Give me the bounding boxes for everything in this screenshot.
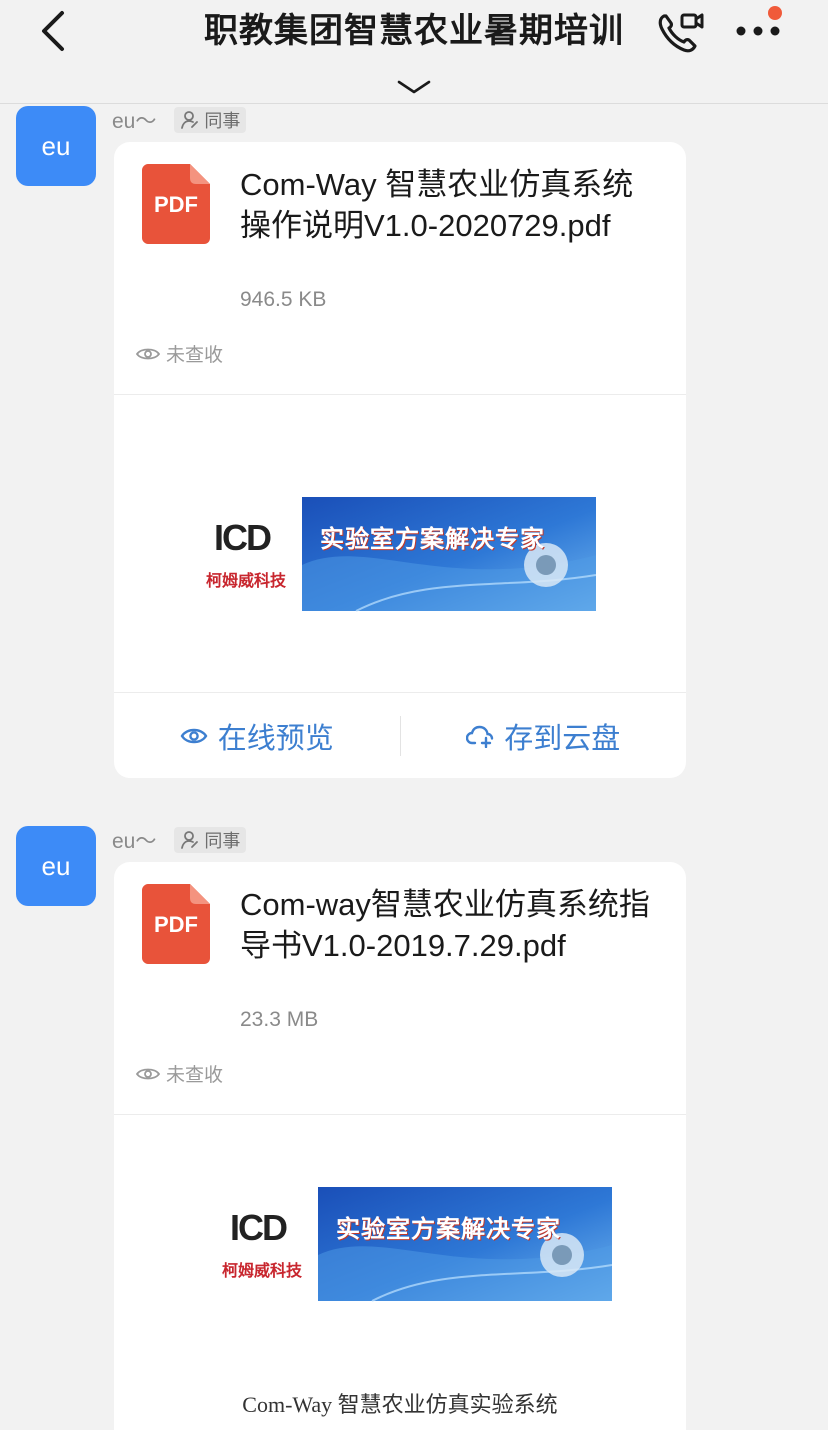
- company-logo: ICD: [214, 517, 272, 558]
- file-preview[interactable]: ICD 柯姆威科技 实验室方案解决专家: [114, 394, 686, 692]
- file-info[interactable]: PDF Com-Way 智慧农业仿真系统操作说明V1.0-2020729.pdf…: [114, 142, 686, 394]
- cloud-upload-icon: [466, 725, 494, 748]
- company-name: 柯姆威科技: [222, 1263, 303, 1280]
- read-status: 未查收: [136, 340, 223, 367]
- person-icon: [181, 111, 199, 129]
- notification-dot: [768, 6, 782, 20]
- eye-icon: [136, 1068, 160, 1079]
- person-icon: [181, 831, 199, 849]
- read-status: 未查收: [136, 1060, 223, 1087]
- read-status-label: 未查收: [166, 345, 224, 366]
- pdf-label: PDF: [154, 192, 198, 217]
- chat-title: 职教集团智慧农业暑期培训: [204, 12, 624, 50]
- chat-header: 职教集团智慧农业暑期培训: [0, 0, 828, 104]
- avatar[interactable]: eu: [16, 826, 96, 906]
- chevron-down-icon: [397, 80, 431, 94]
- video-call-button[interactable]: [652, 6, 710, 58]
- avatar[interactable]: eu: [16, 106, 96, 186]
- file-info[interactable]: PDF Com-way智慧农业仿真系统指导书V1.0-2019.7.29.pdf…: [114, 862, 686, 1114]
- eye-icon: [136, 348, 160, 359]
- banner-slogan: 实验室方案解决专家: [336, 1216, 561, 1243]
- file-size: 946.5 KB: [240, 288, 327, 311]
- online-preview-button[interactable]: 在线预览: [114, 693, 400, 778]
- file-size: 23.3 MB: [240, 1008, 319, 1031]
- preview-caption: Com-Way 智慧农业仿真实验系统: [242, 1392, 558, 1417]
- video-call-icon: [658, 13, 704, 53]
- colleague-tag-label: 同事: [204, 111, 241, 131]
- file-card[interactable]: PDF Com-Way 智慧农业仿真系统操作说明V1.0-2020729.pdf…: [114, 142, 686, 778]
- banner-slogan: 实验室方案解决专家: [320, 526, 545, 553]
- back-arrow-icon: [42, 11, 64, 51]
- file-preview[interactable]: ICD 柯姆威科技 实验室方案解决专家 Com-Way 智慧农业仿真实验系统: [114, 1114, 686, 1430]
- file-card[interactable]: PDF Com-way智慧农业仿真系统指导书V1.0-2019.7.29.pdf…: [114, 862, 686, 1430]
- online-preview-label: 在线预览: [217, 722, 334, 755]
- sender-name: eu～: [112, 110, 157, 133]
- colleague-tag: 同事: [174, 107, 247, 133]
- company-name: 柯姆威科技: [206, 573, 287, 590]
- back-button[interactable]: [28, 6, 78, 56]
- colleague-tag: 同事: [174, 827, 247, 853]
- colleague-tag-label: 同事: [204, 831, 241, 851]
- expand-button[interactable]: [390, 72, 438, 102]
- sender-name: eu～: [112, 830, 157, 853]
- more-icon: [736, 26, 780, 36]
- read-status-label: 未查收: [166, 1065, 224, 1086]
- file-actions: 在线预览 存到云盘: [114, 692, 686, 778]
- save-to-cloud-button[interactable]: 存到云盘: [401, 693, 687, 778]
- file-name: Com-way智慧农业仿真系统指导书V1.0-2019.7.29.pdf: [240, 887, 650, 963]
- eye-icon: [180, 728, 208, 743]
- company-logo: ICD: [230, 1207, 288, 1248]
- save-to-cloud-label: 存到云盘: [504, 722, 621, 755]
- pdf-label: PDF: [154, 912, 198, 937]
- sender-line: eu～ 同事: [112, 826, 247, 854]
- file-name: Com-Way 智慧农业仿真系统操作说明V1.0-2020729.pdf: [240, 167, 634, 243]
- sender-line: eu～ 同事: [112, 106, 247, 134]
